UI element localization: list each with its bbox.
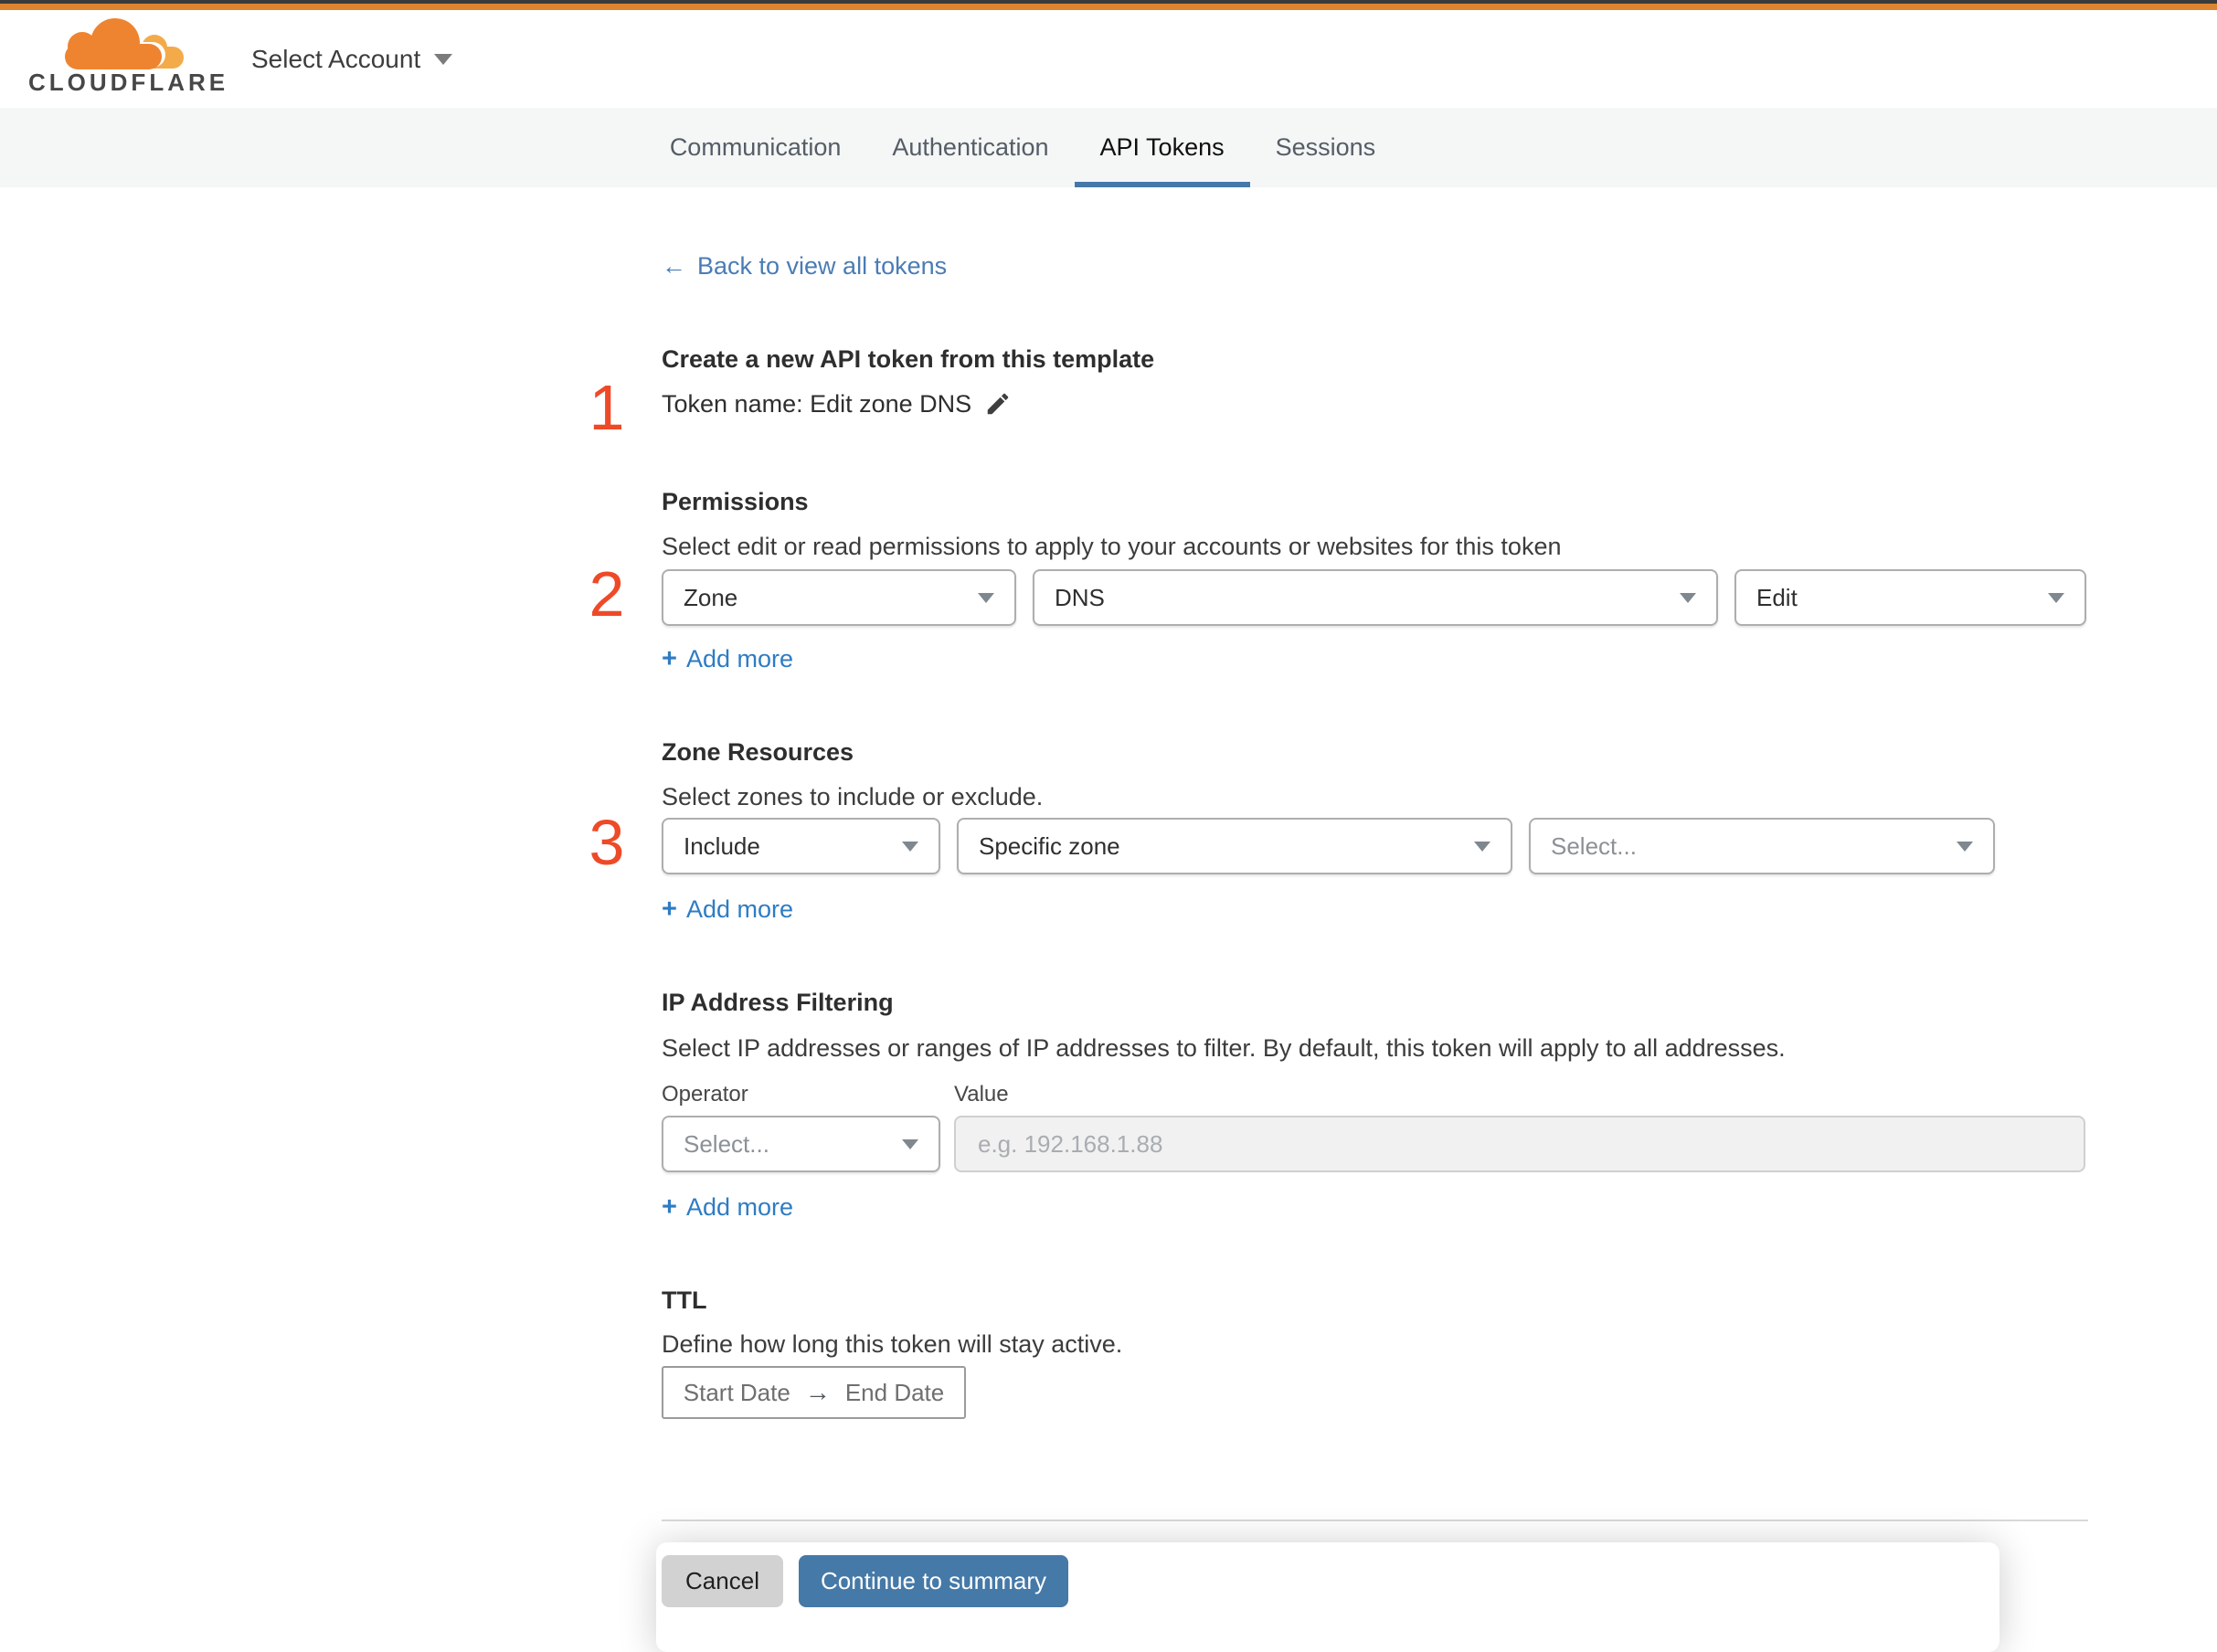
tab-label: API Tokens bbox=[1099, 133, 1225, 161]
footer-buttons: Cancel Continue to summary bbox=[662, 1555, 1068, 1607]
ip-filtering-row: Select... bbox=[662, 1116, 2088, 1172]
tab-communication[interactable]: Communication bbox=[644, 108, 867, 187]
step-number-2: 2 bbox=[589, 558, 625, 630]
operator-label: Operator bbox=[662, 1082, 748, 1107]
zone-resources-description: Select zones to include or exclude. bbox=[662, 783, 1044, 810]
permissions-add-more-link[interactable]: + Add more bbox=[662, 644, 793, 673]
chevron-down-icon bbox=[1474, 841, 1490, 852]
right-arrow-icon: → bbox=[804, 1378, 831, 1406]
permissions-title: Permissions bbox=[662, 488, 809, 515]
account-selector-label: Select Account bbox=[251, 44, 421, 73]
token-template-title: Create a new API token from this templat… bbox=[662, 345, 1155, 373]
zone-resources-row: 3 Include Specific zone Select... bbox=[589, 810, 2088, 874]
dropdown-value: DNS bbox=[1055, 583, 1105, 611]
back-link-label: Back to view all tokens bbox=[697, 252, 948, 280]
zone-type-dropdown[interactable]: Specific zone bbox=[957, 818, 1512, 874]
footer-divider bbox=[662, 1520, 2088, 1521]
chevron-down-icon bbox=[434, 53, 453, 65]
ttl-title: TTL bbox=[662, 1287, 707, 1314]
dropdown-value: Include bbox=[684, 831, 760, 860]
tab-label: Authentication bbox=[892, 133, 1049, 161]
cancel-button[interactable]: Cancel bbox=[662, 1555, 783, 1607]
header: CLOUDFLARE Select Account bbox=[0, 10, 2217, 108]
ttl-date-range-picker[interactable]: Start Date → End Date bbox=[662, 1366, 966, 1419]
back-arrow-icon: ← bbox=[662, 252, 686, 280]
add-more-label: Add more bbox=[685, 895, 793, 923]
cloudflare-cloud-icon bbox=[65, 17, 186, 69]
permissions-row: 2 Zone DNS Edit bbox=[589, 562, 2088, 626]
tabs: Communication Authentication API Tokens … bbox=[644, 108, 1401, 187]
permission-resource-dropdown[interactable]: DNS bbox=[1033, 569, 1718, 626]
token-name-text: Token name: Edit zone DNS bbox=[662, 390, 972, 418]
ip-filtering-add-more-link[interactable]: + Add more bbox=[662, 1192, 793, 1222]
start-date-placeholder: Start Date bbox=[683, 1378, 790, 1406]
zone-resources-title: Zone Resources bbox=[662, 738, 854, 766]
permission-scope-dropdown[interactable]: Zone bbox=[662, 569, 1016, 626]
step-number-1: 1 bbox=[589, 372, 625, 443]
dropdown-value: Zone bbox=[684, 583, 738, 611]
plus-icon: + bbox=[662, 644, 677, 673]
zone-mode-dropdown[interactable]: Include bbox=[662, 818, 940, 874]
tab-label: Communication bbox=[669, 133, 842, 161]
footer: Cancel Continue to summary bbox=[656, 1542, 2088, 1652]
chevron-down-icon bbox=[2048, 592, 2064, 603]
account-selector[interactable]: Select Account bbox=[251, 44, 453, 74]
back-to-tokens-link[interactable]: ← Back to view all tokens bbox=[662, 251, 947, 281]
add-more-label: Add more bbox=[685, 645, 793, 672]
tab-sessions[interactable]: Sessions bbox=[1250, 108, 1402, 187]
tab-bar: Communication Authentication API Tokens … bbox=[0, 108, 2217, 187]
ip-filtering-labels: Operator Value bbox=[662, 1082, 2088, 1107]
main-content: ← Back to view all tokens 1 Create a new… bbox=[589, 187, 2088, 1652]
continue-to-summary-button[interactable]: Continue to summary bbox=[799, 1555, 1068, 1607]
chevron-down-icon bbox=[902, 841, 918, 852]
tab-api-tokens[interactable]: API Tokens bbox=[1074, 108, 1250, 187]
ip-filtering-title: IP Address Filtering bbox=[662, 989, 894, 1016]
cloudflare-wordmark: CLOUDFLARE bbox=[28, 68, 229, 96]
dropdown-value: Specific zone bbox=[979, 831, 1120, 860]
cloudflare-logo: CLOUDFLARE bbox=[28, 17, 225, 99]
tab-authentication[interactable]: Authentication bbox=[866, 108, 1074, 187]
plus-icon: + bbox=[662, 895, 677, 924]
add-more-label: Add more bbox=[685, 1193, 793, 1221]
tab-label: Sessions bbox=[1275, 133, 1376, 161]
value-label: Value bbox=[954, 1082, 1009, 1107]
ip-value-input[interactable] bbox=[954, 1116, 2085, 1172]
dropdown-value: Edit bbox=[1756, 583, 1798, 611]
edit-pencil-icon[interactable] bbox=[984, 390, 1012, 418]
end-date-placeholder: End Date bbox=[844, 1378, 945, 1406]
plus-icon: + bbox=[662, 1192, 677, 1222]
zone-select-dropdown[interactable]: Select... bbox=[1529, 818, 1995, 874]
dropdown-placeholder: Select... bbox=[684, 1129, 769, 1158]
chevron-down-icon bbox=[1957, 841, 1973, 852]
chevron-down-icon bbox=[902, 1138, 918, 1149]
permissions-description: Select edit or read permissions to apply… bbox=[662, 533, 1562, 560]
chevron-down-icon bbox=[1680, 592, 1696, 603]
cloud-big-shape bbox=[65, 17, 162, 69]
token-name-row: Token name: Edit zone DNS bbox=[662, 389, 2088, 418]
ip-filtering-description: Select IP addresses or ranges of IP addr… bbox=[662, 1034, 1786, 1062]
step-number-3: 3 bbox=[589, 807, 625, 878]
permission-access-dropdown[interactable]: Edit bbox=[1734, 569, 2086, 626]
ip-operator-dropdown[interactable]: Select... bbox=[662, 1116, 940, 1172]
zone-resources-add-more-link[interactable]: + Add more bbox=[662, 895, 793, 924]
chevron-down-icon bbox=[978, 592, 994, 603]
ttl-description: Define how long this token will stay act… bbox=[662, 1330, 1123, 1358]
token-template-section: 1 Create a new API token from this templ… bbox=[589, 344, 2088, 439]
dropdown-placeholder: Select... bbox=[1551, 831, 1637, 860]
top-orange-strip bbox=[0, 4, 2217, 10]
